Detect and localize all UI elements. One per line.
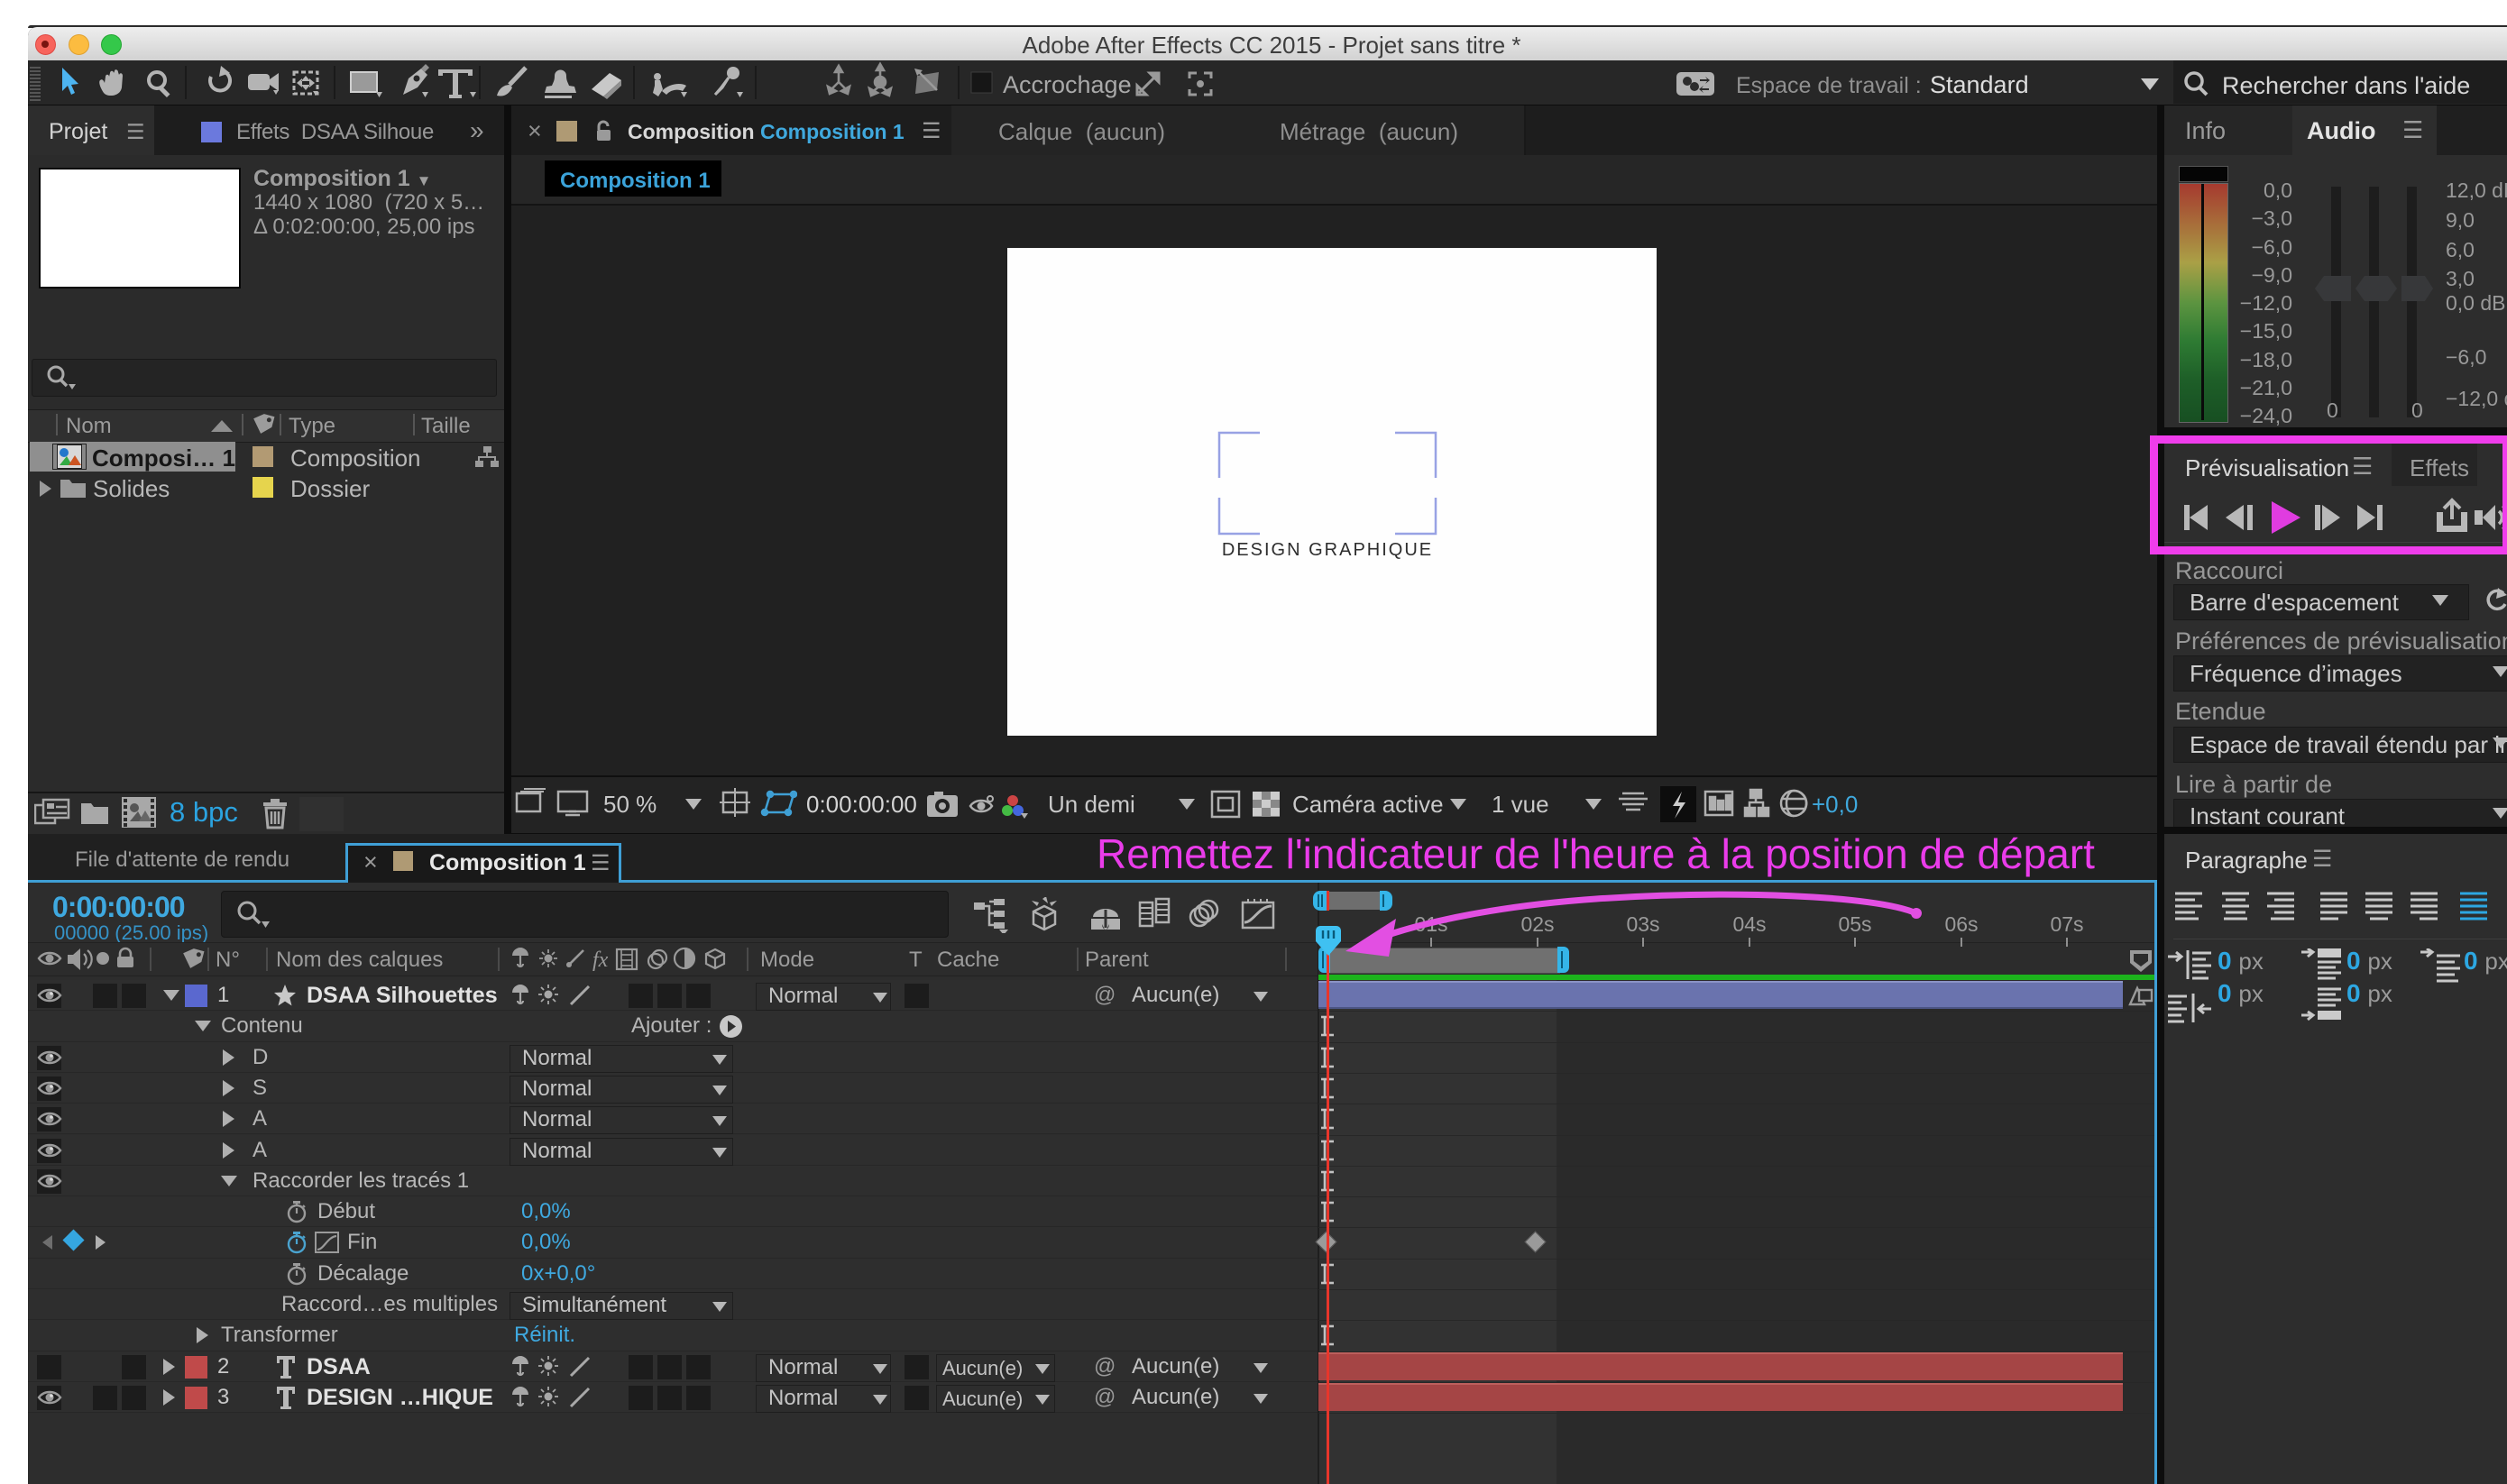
svg-text:fx: fx [592, 948, 609, 972]
